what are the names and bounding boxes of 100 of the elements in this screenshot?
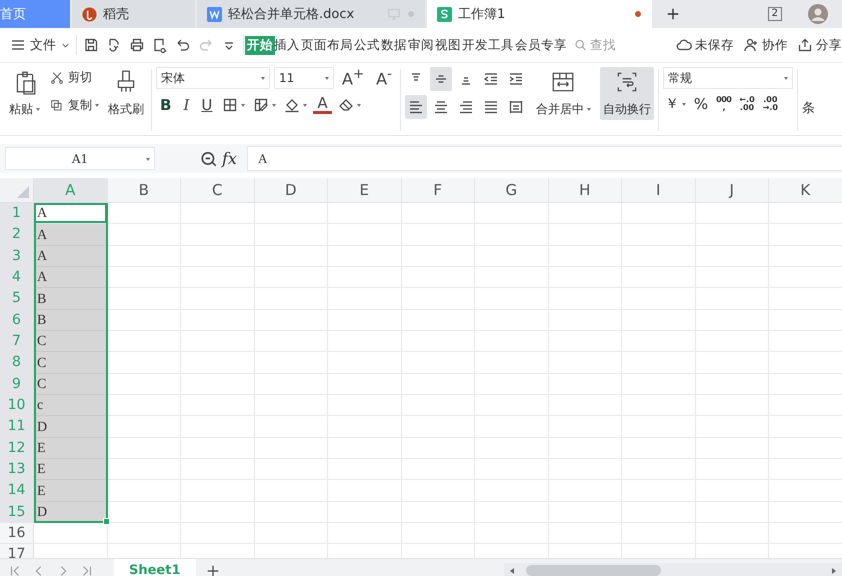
font-dropdown[interactable]: 宋体 xyxy=(156,67,270,89)
table-cell: A xyxy=(34,224,108,246)
dot-icon xyxy=(407,10,415,18)
share-button[interactable]: 分享 xyxy=(797,36,842,54)
row-header[interactable]: 17 xyxy=(0,544,34,558)
column-header[interactable]: I xyxy=(622,178,696,203)
eraser-icon xyxy=(338,97,354,113)
distribute-icon xyxy=(508,99,524,115)
save-icon[interactable] xyxy=(83,37,99,53)
horizontal-scrollbar[interactable] xyxy=(504,562,842,576)
table-cell: E xyxy=(34,480,108,502)
scroll-right-icon xyxy=(830,566,838,574)
italic-button[interactable]: I xyxy=(179,96,194,114)
menu-tab[interactable]: 页面布局 xyxy=(299,36,355,54)
column-header[interactable]: K xyxy=(769,178,842,203)
docer-logo-icon xyxy=(82,6,97,22)
cut-button[interactable]: 剪切 xyxy=(49,69,99,86)
thousands-button[interactable]: 000 , xyxy=(714,96,734,112)
menu-tab[interactable]: 会员专享 xyxy=(513,36,569,54)
menu-tab[interactable]: 公式 xyxy=(352,36,382,54)
save-status-button[interactable]: 未保存 xyxy=(676,36,734,54)
paste-button[interactable]: 粘贴 xyxy=(6,67,43,120)
person-plus-icon xyxy=(743,37,759,53)
file-menu[interactable]: 文件 xyxy=(10,36,71,54)
undo-icon[interactable] xyxy=(175,37,191,53)
add-sheet-icon[interactable] xyxy=(206,564,220,576)
function-button[interactable]: fx xyxy=(222,149,237,168)
share-icon xyxy=(797,37,813,53)
tab-title: 稻壳 xyxy=(103,6,130,23)
outdent-icon xyxy=(482,71,499,87)
wrap-text-label: 自动换行 xyxy=(602,101,651,118)
number-format: 常规 xyxy=(668,70,692,86)
wrap-text-button[interactable]: 自动换行 xyxy=(600,67,654,120)
search-icon xyxy=(574,37,587,53)
name-box[interactable]: A1 xyxy=(5,147,155,170)
underline-button[interactable]: U xyxy=(197,96,216,114)
scissors-icon xyxy=(49,70,65,86)
table-cell: A xyxy=(34,246,108,267)
format-painter-button[interactable]: 格式刷 xyxy=(105,67,147,120)
merge-center-button[interactable]: 合并居中 xyxy=(532,67,594,120)
number-format-dropdown[interactable]: 常规 xyxy=(662,67,793,89)
column-header[interactable]: J xyxy=(696,178,769,203)
table-cell: B xyxy=(34,288,108,310)
merge-label: 合并居中 xyxy=(536,101,591,118)
font-color-button[interactable]: A xyxy=(313,96,332,114)
document-tab[interactable]: 轻松合并单元格.docx xyxy=(197,0,425,28)
font-size-dropdown[interactable]: 11 xyxy=(274,67,334,89)
column-header[interactable]: H xyxy=(548,178,622,203)
copy-button[interactable]: 复制 xyxy=(49,97,99,114)
column-header[interactable]: F xyxy=(402,178,475,203)
table-cell: B xyxy=(34,310,108,331)
font-name: 宋体 xyxy=(161,70,185,86)
column-header[interactable]: G xyxy=(475,178,548,203)
percent-button[interactable]: % xyxy=(692,95,710,113)
copy-label: 复制 xyxy=(68,97,99,114)
menu-tab[interactable]: 数据 xyxy=(379,36,409,54)
page-magnifier-icon[interactable] xyxy=(152,37,168,53)
search-label: 查找 xyxy=(590,36,616,54)
justify-icon xyxy=(482,99,499,115)
formula-field[interactable]: A xyxy=(246,146,842,171)
scrollbar-thumb[interactable] xyxy=(526,565,661,576)
sheet-logo-icon xyxy=(437,6,452,22)
format-painter-label: 格式刷 xyxy=(108,101,144,118)
table-cell: c xyxy=(34,394,108,416)
printer-icon[interactable] xyxy=(129,37,145,53)
table-cell: C xyxy=(34,330,108,352)
menu-tab[interactable]: 视图 xyxy=(433,36,463,54)
table-cell: D xyxy=(34,416,108,438)
column-header[interactable]: B xyxy=(108,178,181,203)
document-tab[interactable]: 稻壳 xyxy=(72,0,195,28)
decimal-less-button[interactable]: .00 →.0 xyxy=(760,96,780,112)
column-header[interactable]: C xyxy=(181,178,254,203)
document-tab[interactable]: 工作簿1 xyxy=(427,0,652,28)
table-cell: C xyxy=(34,374,108,395)
word-logo-icon xyxy=(207,6,222,22)
align-left-button[interactable] xyxy=(404,95,427,119)
shrink-font-button[interactable]: A$^{-}$ xyxy=(372,67,396,89)
currency-button[interactable]: ￥ xyxy=(662,95,688,113)
ribbon-group-label[interactable]: 条 xyxy=(802,99,815,117)
new-tab-icon[interactable] xyxy=(666,7,680,21)
table-cell: A xyxy=(34,266,108,288)
border-icon xyxy=(222,97,238,113)
action-label: 未保存 xyxy=(695,36,734,54)
cut-label: 剪切 xyxy=(68,69,92,86)
action-label: 协作 xyxy=(762,36,788,54)
menu-tab[interactable]: 审阅 xyxy=(406,36,436,54)
grow-font-button[interactable]: A$^{+}$ xyxy=(338,67,368,89)
collaborate-button[interactable]: 协作 xyxy=(743,36,788,54)
column-header[interactable]: E xyxy=(328,178,402,203)
window-count[interactable]: 2 xyxy=(768,7,782,21)
row-header[interactable]: 16 xyxy=(0,522,34,544)
column-header[interactable]: D xyxy=(254,178,328,203)
decimal-more-button[interactable]: ←.0 .00 xyxy=(737,96,757,112)
align-right-icon xyxy=(458,99,474,115)
zoom-icon[interactable] xyxy=(200,150,218,168)
menu-tab[interactable]: 开发工具 xyxy=(460,36,516,54)
bold-button[interactable]: B xyxy=(156,96,176,114)
indent-icon xyxy=(508,71,524,87)
avatar-icon[interactable] xyxy=(808,4,828,24)
align-middle-button[interactable] xyxy=(430,67,452,91)
